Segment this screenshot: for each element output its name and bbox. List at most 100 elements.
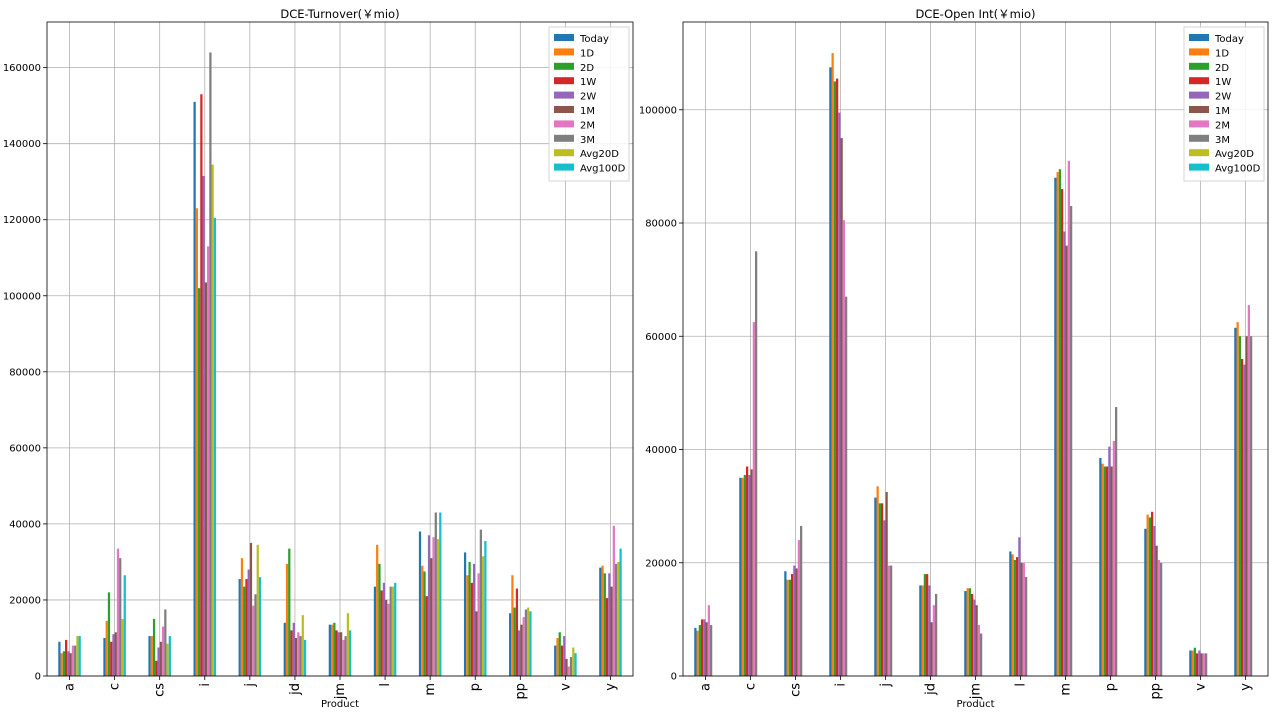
bar-1M-jm xyxy=(340,632,343,676)
legend-swatch-2M xyxy=(554,120,574,128)
bar-1D-y xyxy=(601,565,604,676)
bar-1W-l xyxy=(1016,557,1019,676)
x-tick-label: i xyxy=(834,683,849,687)
bar-1M-l xyxy=(385,599,388,676)
legend-label-Avg20D: Avg20D xyxy=(1215,149,1254,160)
legend-label-1W: 1W xyxy=(1215,77,1231,88)
bar-Avg100D-y xyxy=(619,548,622,676)
x-tick-label: l xyxy=(378,683,393,687)
bar-2D-jd xyxy=(288,548,291,676)
bar-1M-p xyxy=(1110,466,1113,676)
legend-label-Avg100D: Avg100D xyxy=(1215,164,1261,175)
bar-2D-i xyxy=(833,81,836,676)
bar-1M-j xyxy=(249,542,253,676)
bar-2M-v xyxy=(1202,653,1205,676)
bar-3M-i xyxy=(209,52,212,677)
bar-1M-y xyxy=(1245,336,1248,676)
bar-1D-p xyxy=(1101,463,1104,676)
bar-Today-a xyxy=(694,627,697,676)
bar-3M-j xyxy=(890,565,893,676)
legend-swatch-Avg100D xyxy=(1189,163,1209,171)
legend-swatch-2D xyxy=(554,62,574,70)
bar-1D-v xyxy=(1191,650,1194,676)
bar-1D-l xyxy=(376,544,379,676)
bar-Avg20D-pp xyxy=(527,607,530,676)
bar-1M-c xyxy=(114,632,117,676)
bar-2M-a xyxy=(71,645,75,676)
bar-Today-y xyxy=(1234,327,1237,676)
bar-Today-l xyxy=(1009,551,1012,676)
bar-3M-jd xyxy=(935,593,938,676)
legend-label-Avg100D: Avg100D xyxy=(580,164,626,175)
bar-2M-pp xyxy=(522,617,525,676)
bar-Today-c xyxy=(739,477,742,676)
bar-2W-pp xyxy=(518,630,521,676)
bar-1W-c xyxy=(746,466,749,676)
bar-2W-v xyxy=(1198,650,1201,676)
bar-2D-v xyxy=(1193,647,1196,676)
bar-Today-jm xyxy=(964,591,967,676)
bar-3M-p xyxy=(1115,407,1118,676)
figure-canvas: DCE-Turnover(￥mio) 0 20000 40000 60000 80000 1… xyxy=(3,7,1269,710)
bar-Today-v xyxy=(1189,650,1192,676)
legend-label-Today: Today xyxy=(1214,34,1244,45)
bar-1D-i xyxy=(195,208,198,676)
bar-2D-l xyxy=(1013,559,1016,676)
bar-3M-jm xyxy=(980,633,983,676)
legend-swatch-2M xyxy=(1189,120,1209,128)
bar-2D-cs xyxy=(788,579,791,676)
bar-2D-m xyxy=(1058,169,1061,676)
legend: Today 1D 2D 1W 2W 1M 2M 3M Avg20D Avg100D xyxy=(1183,26,1265,182)
bar-2W-j xyxy=(247,569,250,676)
bar-1M-a xyxy=(69,653,72,676)
legend-swatch-3M xyxy=(1189,134,1209,142)
bar-2W-p xyxy=(1108,446,1111,676)
bar-2W-p xyxy=(472,563,476,676)
bar-2D-pp xyxy=(513,607,516,676)
bar-Avg100D-l xyxy=(394,582,397,676)
bar-1W-jm xyxy=(335,630,338,676)
bar-3M-pp xyxy=(524,609,528,676)
bar-2D-v xyxy=(558,632,561,676)
y-tick-label: 80000 xyxy=(9,367,41,378)
bar-1D-jm xyxy=(330,624,334,676)
legend-swatch-Today xyxy=(554,34,574,41)
bar-Avg20D-l xyxy=(391,586,395,676)
y-tick-label: 60000 xyxy=(9,443,41,454)
legend-label-2D: 2D xyxy=(580,63,594,74)
bar-2D-j xyxy=(878,503,881,676)
x-tick-label: cs xyxy=(153,683,168,697)
x-tick-label: j xyxy=(243,683,258,688)
bar-Today-pp xyxy=(1144,528,1147,676)
bar-1M-pp xyxy=(520,624,523,676)
bar-Today-pp xyxy=(509,613,512,676)
bar-2M-l xyxy=(387,603,390,676)
bar-2M-m xyxy=(432,537,435,676)
bar-1W-i xyxy=(836,78,839,677)
bar-2M-y xyxy=(612,525,615,676)
bar-1W-cs xyxy=(155,660,158,676)
bar-Avg20D-j xyxy=(256,544,259,676)
bar-Today-cs xyxy=(148,636,151,676)
bar-2D-p xyxy=(468,561,471,676)
bar-3M-m xyxy=(434,512,437,676)
bar-1D-jd xyxy=(285,563,289,676)
bar-Today-a xyxy=(58,641,61,676)
bar-1W-m xyxy=(425,596,428,676)
y-tick-label: 100000 xyxy=(3,291,41,302)
x-axis-title: Product xyxy=(321,699,359,710)
y-tick-label: 80000 xyxy=(645,219,677,230)
bar-2D-jm xyxy=(333,622,336,676)
bar-1D-c xyxy=(105,620,108,676)
bar-Avg20D-y xyxy=(617,561,620,676)
x-tick-label: jm xyxy=(969,683,984,700)
bar-2W-c xyxy=(112,634,115,676)
bar-3M-l xyxy=(389,586,392,676)
bar-2D-a xyxy=(62,651,66,676)
bar-Today-c xyxy=(103,637,106,676)
bar-1W-jd xyxy=(926,574,929,676)
bar-3M-i xyxy=(845,296,848,676)
legend-swatch-Avg20D xyxy=(1189,149,1209,157)
x-tick-label: y xyxy=(1239,683,1254,691)
bar-2M-cs xyxy=(797,540,800,676)
